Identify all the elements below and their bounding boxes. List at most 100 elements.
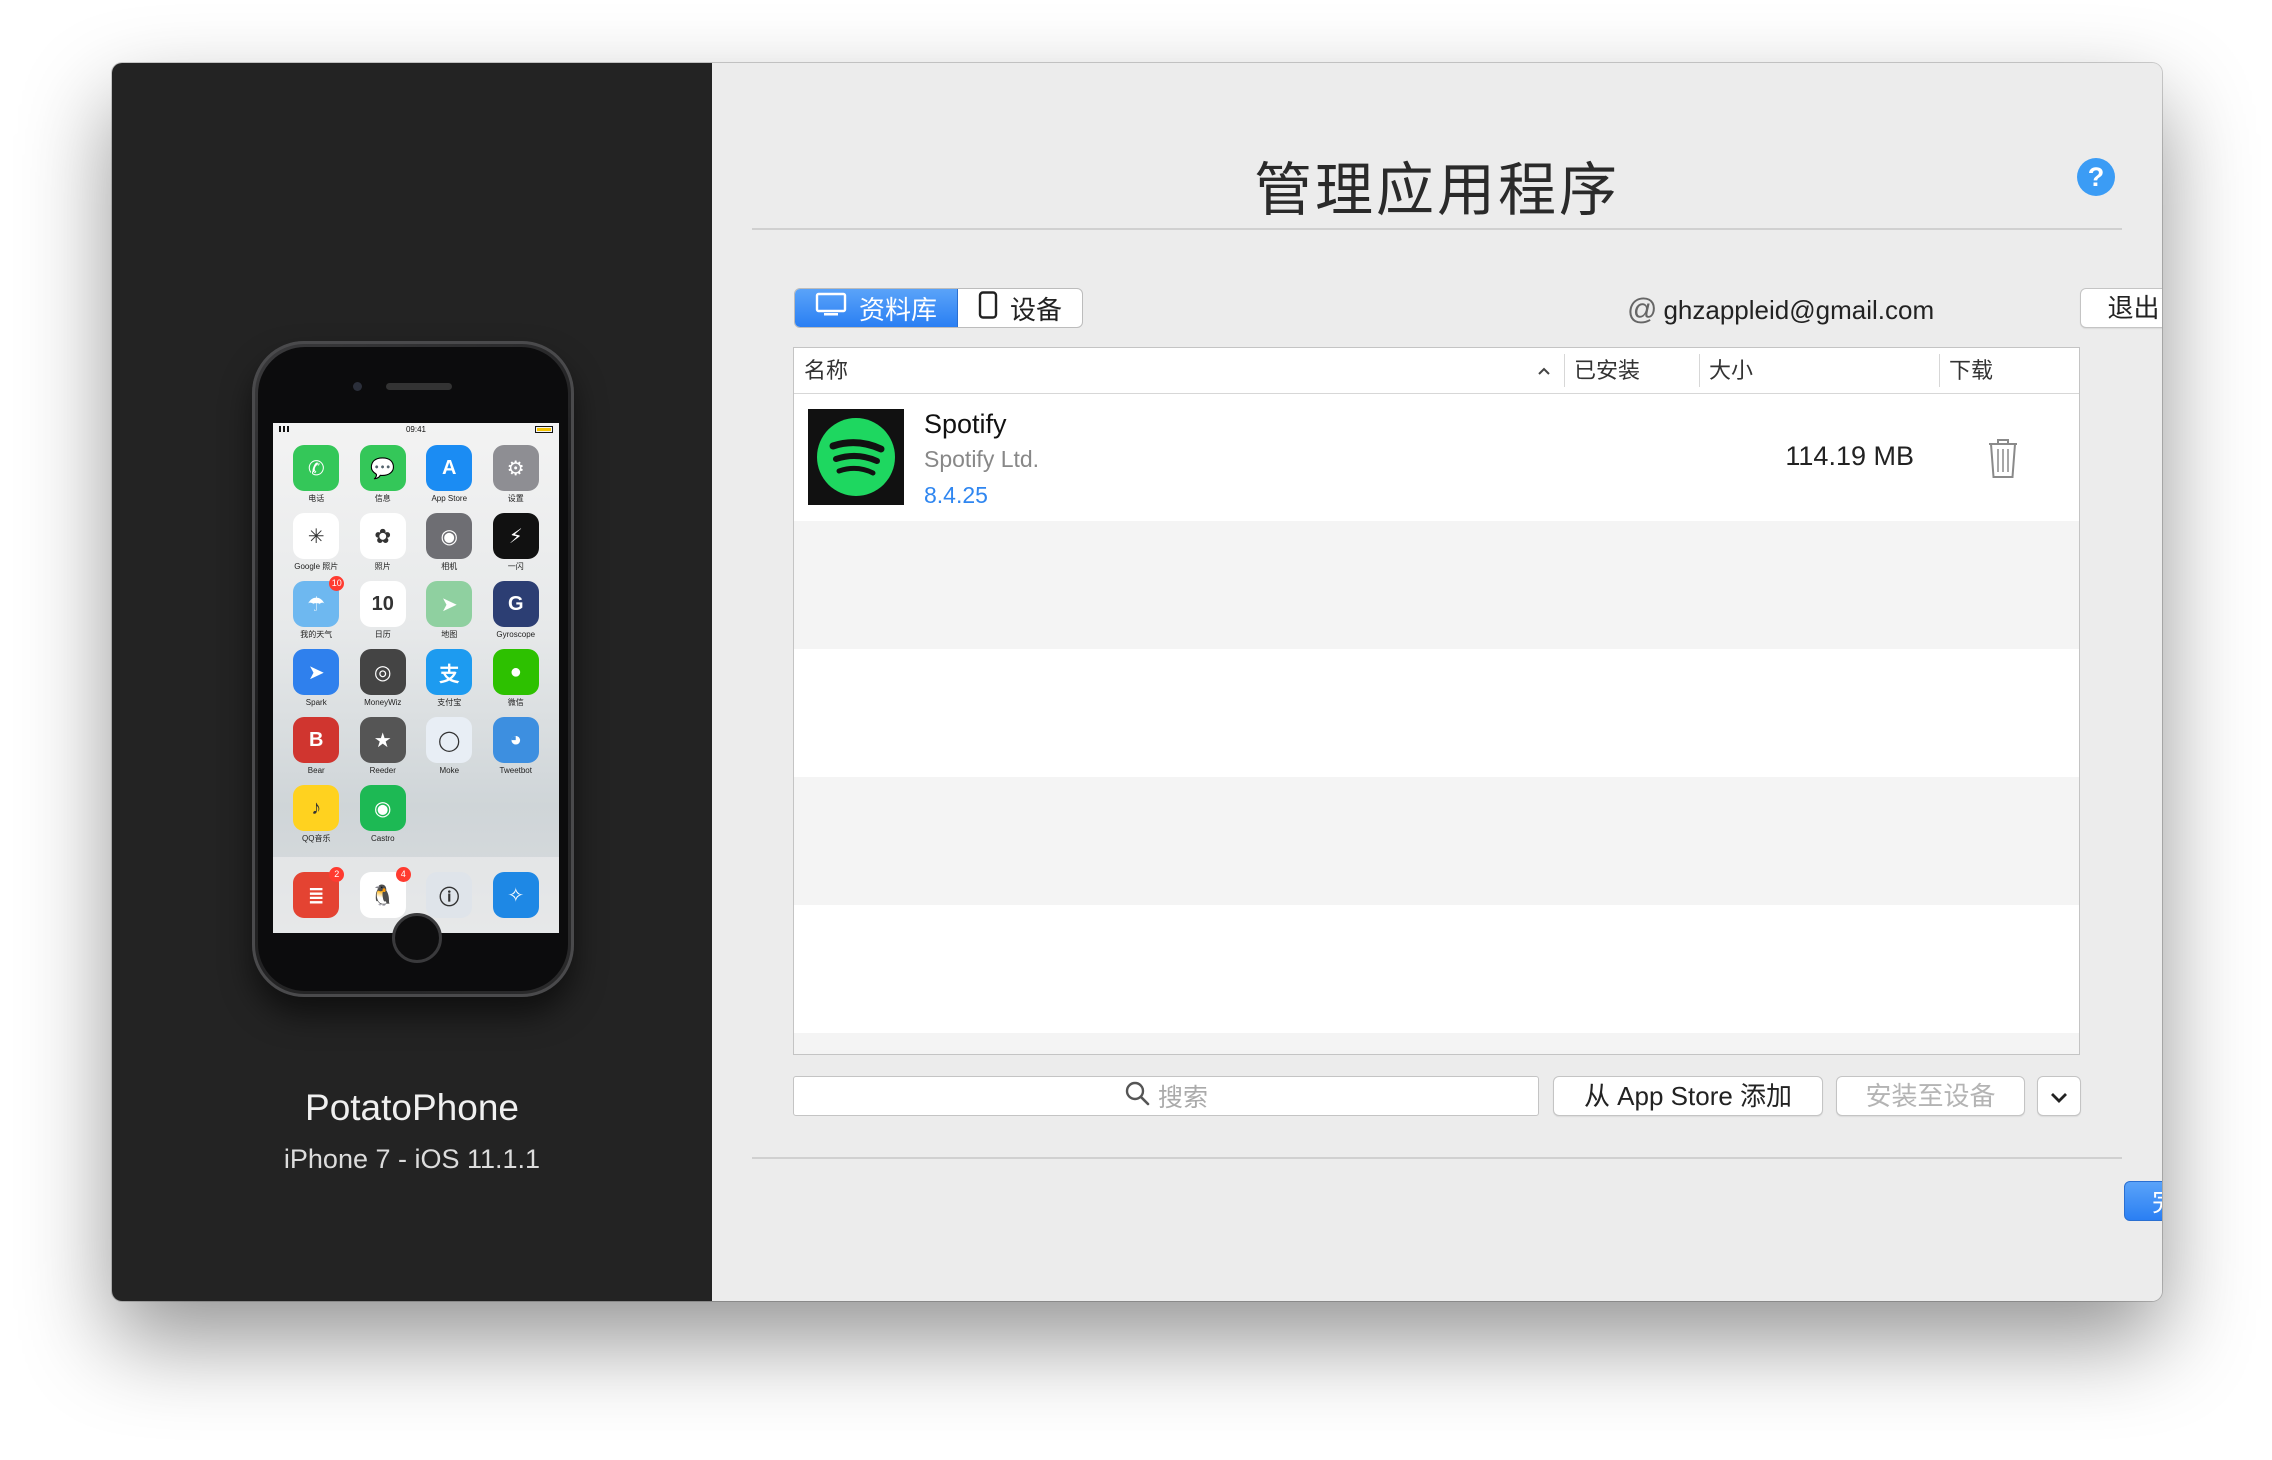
home-app: ✳ Google 照片 bbox=[283, 513, 350, 572]
tab-device-label: 设备 bbox=[1009, 294, 1062, 325]
app-icon: ★ bbox=[359, 717, 406, 763]
app-icon: ➤ bbox=[293, 649, 340, 695]
search-icon bbox=[1124, 1080, 1150, 1113]
app-icon: 支 bbox=[426, 649, 473, 695]
sort-ascending-icon bbox=[1537, 348, 1551, 393]
app-icon: ◉ bbox=[426, 513, 473, 559]
column-header-name[interactable]: 名称 bbox=[794, 348, 1564, 393]
app-icon: ⓘ bbox=[426, 872, 473, 918]
app-icon: ● bbox=[492, 649, 539, 695]
chevron-down-icon bbox=[2049, 1081, 2069, 1111]
table-header: 名称 已安装 大小 下载 bbox=[794, 348, 2079, 394]
tab-library-label: 资料库 bbox=[858, 294, 937, 325]
app-icon: ✳ bbox=[293, 513, 340, 559]
app-icon: ⚡ bbox=[492, 513, 539, 559]
home-app: ✿ 照片 bbox=[350, 513, 417, 572]
app-label: Tweetbot bbox=[499, 766, 532, 775]
app-icon: ◕ bbox=[492, 717, 539, 763]
app-icon: ◎ bbox=[359, 649, 406, 695]
trash-icon[interactable] bbox=[1986, 437, 2020, 484]
app-label: 微信 bbox=[507, 698, 524, 707]
home-app: ● 微信 bbox=[483, 649, 550, 708]
device-name: PotatoPhone bbox=[305, 1087, 519, 1128]
home-app: G Gyroscope bbox=[483, 581, 550, 640]
page-title: 管理应用程序 bbox=[1253, 158, 1620, 223]
app-label: Google 照片 bbox=[294, 562, 339, 571]
home-app: ◯ Moke bbox=[416, 717, 483, 776]
dock-app: ✧ bbox=[483, 872, 550, 918]
home-app: 💬 信息 bbox=[350, 445, 417, 504]
app-icon: 10 bbox=[359, 581, 406, 627]
add-from-app-store-button[interactable]: 从 App Store 添加 bbox=[1553, 1076, 1823, 1116]
source-segmented-control: 资料库 设备 bbox=[794, 288, 1083, 328]
home-app: B Bear bbox=[283, 717, 350, 776]
tab-library[interactable]: 资料库 bbox=[795, 289, 958, 327]
status-time: 09:41 bbox=[405, 425, 427, 434]
account-email: ghzappleid@gmail.com bbox=[1663, 294, 1935, 325]
table-row-empty bbox=[794, 1033, 2079, 1054]
app-label: Spark bbox=[305, 698, 327, 707]
app-label: 相机 bbox=[441, 562, 458, 571]
table-row-empty bbox=[794, 521, 2079, 649]
app-label: MoneyWiz bbox=[364, 698, 402, 707]
help-button[interactable]: ? bbox=[2077, 158, 2115, 196]
table-row[interactable]: Spotify Spotify Ltd. 8.4.25 114.19 MB bbox=[794, 393, 2079, 521]
dock-app: 🐧 4 bbox=[350, 867, 417, 918]
phone-speaker bbox=[386, 383, 452, 390]
home-button bbox=[392, 913, 442, 963]
home-app: ✆ 电话 bbox=[283, 445, 350, 504]
app-label: 电话 bbox=[308, 494, 325, 503]
install-to-device-button[interactable]: 安装至设备 bbox=[1836, 1076, 2025, 1116]
title-divider bbox=[752, 228, 2122, 230]
monitor-icon bbox=[815, 292, 847, 325]
home-app: 10 日历 bbox=[350, 581, 417, 640]
app-icon: A bbox=[426, 445, 473, 491]
phone-screen: 09:41 ✆ 电话 💬 信息 A App Store ⚙ 设置 ✳ Google 照片 ✿ 照片 ◉ 相… bbox=[273, 423, 559, 933]
app-icon: ➤ bbox=[426, 581, 473, 627]
at-icon: @ bbox=[1627, 293, 1658, 326]
app-label: 设置 bbox=[507, 494, 524, 503]
table-row-empty bbox=[794, 905, 2079, 1033]
notification-badge: 2 bbox=[329, 867, 345, 882]
app-icon: ☂ 10 bbox=[293, 576, 345, 627]
column-header-installed[interactable]: 已安装 bbox=[1564, 348, 1699, 393]
device-sidebar: 09:41 ✆ 电话 💬 信息 A App Store ⚙ 设置 ✳ Google 照片 ✿ 照片 ◉ 相… bbox=[112, 63, 712, 1301]
home-app: ◕ Tweetbot bbox=[483, 717, 550, 776]
more-options-button[interactable] bbox=[2037, 1076, 2081, 1116]
device-model: iPhone 7 - iOS 11.1.1 bbox=[283, 1144, 541, 1174]
home-app: ◉ Castro bbox=[350, 785, 417, 844]
app-icon: G bbox=[492, 581, 539, 627]
app-label: 日历 bbox=[374, 630, 391, 639]
app-icon: ≣ 2 bbox=[293, 867, 345, 918]
home-app: ☂ 10 我的天气 bbox=[283, 576, 350, 640]
column-header-download[interactable]: 下载 bbox=[1939, 348, 2079, 393]
column-header-size[interactable]: 大小 bbox=[1699, 348, 1939, 393]
app-label: 一闪 bbox=[507, 562, 524, 571]
home-app: 支支付宝 bbox=[416, 649, 483, 708]
app-label: Moke bbox=[439, 766, 460, 775]
notification-badge: 10 bbox=[329, 576, 345, 591]
dock-app: ≣ 2 bbox=[283, 867, 350, 918]
app-label: 我的天气 bbox=[300, 630, 333, 639]
app-icon: ⚙ bbox=[492, 445, 539, 491]
app-label: Reeder bbox=[369, 766, 396, 775]
notification-badge: 4 bbox=[395, 867, 411, 882]
app-icon: 💬 bbox=[359, 445, 406, 491]
home-screen-grid: ✆ 电话 💬 信息 A App Store ⚙ 设置 ✳ Google 照片 ✿ 照片 ◉ 相机 ⚡ 一闪 ☂ 1… bbox=[283, 445, 549, 844]
app-label: 支付宝 bbox=[437, 698, 462, 707]
search-field[interactable]: 搜索 bbox=[793, 1076, 1539, 1116]
done-button[interactable]: 完成 bbox=[2124, 1181, 2162, 1221]
tab-device[interactable]: 设备 bbox=[958, 289, 1082, 327]
app-developer: Spotify Ltd. bbox=[924, 446, 1040, 472]
phone-status-bar: 09:41 bbox=[273, 423, 559, 437]
spotify-icon bbox=[808, 409, 904, 505]
search-placeholder: 搜索 bbox=[1157, 1084, 1208, 1112]
app-icon: ✧ bbox=[492, 872, 539, 918]
app-icon: ◯ bbox=[426, 717, 473, 763]
home-app: ➤ Spark bbox=[283, 649, 350, 708]
home-app: ➤ 地图 bbox=[416, 581, 483, 640]
app-icon: ◉ bbox=[359, 785, 406, 831]
logout-button[interactable]: 退出 bbox=[2080, 288, 2162, 328]
app-label: App Store bbox=[431, 494, 468, 503]
dock-app: ⓘ bbox=[416, 872, 483, 918]
